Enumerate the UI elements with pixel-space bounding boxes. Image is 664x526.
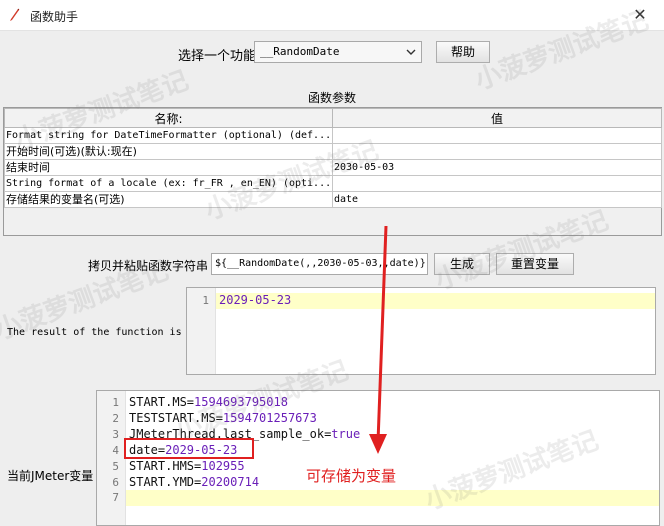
table-row: 结束时间 2030-05-03 <box>4 159 662 176</box>
table-row: 存储结果的变量名(可选) date <box>4 191 662 208</box>
param-name-cell[interactable]: 结束时间 <box>4 159 333 176</box>
result-textarea[interactable]: 1 2029-05-23 <box>186 287 656 375</box>
window-title: 函数助手 <box>30 10 79 24</box>
params-title: 函数参数 <box>308 91 357 105</box>
annotation-text: 可存储为变量 <box>306 467 397 485</box>
param-name-cell[interactable]: 存储结果的变量名(可选) <box>4 191 333 208</box>
function-select[interactable]: __RandomDate <box>254 41 422 63</box>
param-name-cell[interactable]: Format string for DateTimeFormatter (opt… <box>4 127 333 144</box>
jmeter-variables-label: 当前JMeter变量 <box>7 469 94 483</box>
column-header-name[interactable]: 名称: <box>4 108 333 128</box>
line-number: 1 <box>202 294 209 307</box>
table-row: 开始时间(可选)(默认:现在) <box>4 143 662 160</box>
params-table: 名称: 值 Format string for DateTimeFormatte… <box>4 108 662 208</box>
variable-value: true <box>331 427 361 441</box>
result-label: The result of the function is <box>7 327 182 338</box>
table-row: Format string for DateTimeFormatter (opt… <box>4 127 662 144</box>
variable-key: START.MS= <box>129 395 195 409</box>
line-number: 6 <box>112 476 119 489</box>
variable-key: START.HMS= <box>129 459 202 473</box>
result-value: 2029-05-23 <box>219 293 292 307</box>
chevron-down-icon <box>406 49 416 55</box>
variable-value: 20200714 <box>201 475 260 489</box>
function-select-value: __RandomDate <box>260 45 340 58</box>
generate-button[interactable]: 生成 <box>434 253 490 275</box>
function-select-label: 选择一个功能 <box>178 49 257 64</box>
line-number: 2 <box>112 412 119 425</box>
param-name-cell[interactable]: String format of a locale (ex: fr_FR , e… <box>4 175 333 192</box>
annotation-highlight-box <box>124 438 254 459</box>
feather-icon <box>10 8 20 21</box>
variable-value: 102955 <box>201 459 245 473</box>
variable-value: 1594701257673 <box>222 411 317 425</box>
current-line-highlight <box>126 490 659 506</box>
table-row: String format of a locale (ex: fr_FR , e… <box>4 175 662 192</box>
close-button[interactable]: ✕ <box>626 4 654 26</box>
variable-key: TESTSTART.MS= <box>129 411 223 425</box>
variable-line: START.MS=1594693795018 <box>129 395 288 409</box>
param-value-cell[interactable] <box>332 127 662 144</box>
line-number: 3 <box>112 428 119 441</box>
help-button[interactable]: 帮助 <box>436 41 490 63</box>
params-table-panel: 名称: 值 Format string for DateTimeFormatte… <box>3 107 662 236</box>
param-value-cell[interactable] <box>332 175 662 192</box>
line-number: 1 <box>112 396 119 409</box>
annotation-arrow <box>369 225 388 454</box>
param-value-cell[interactable]: date <box>332 191 662 208</box>
param-value-cell[interactable] <box>332 143 662 160</box>
line-number: 7 <box>112 491 119 504</box>
line-number: 5 <box>112 460 119 473</box>
variable-key: START.YMD= <box>129 475 202 489</box>
variable-line: START.YMD=20200714 <box>129 475 259 489</box>
variable-value: 1594693795018 <box>194 395 288 409</box>
param-value-cell[interactable]: 2030-05-03 <box>332 159 662 176</box>
title-bar: 函数助手 ✕ <box>0 0 664 31</box>
param-name-cell[interactable]: 开始时间(可选)(默认:现在) <box>4 143 333 160</box>
function-string-label: 拷贝并粘贴函数字符串 <box>88 259 209 273</box>
line-number: 4 <box>112 444 119 457</box>
reset-variables-button[interactable]: 重置变量 <box>496 253 574 275</box>
column-header-value[interactable]: 值 <box>332 108 662 128</box>
variable-line: TESTSTART.MS=1594701257673 <box>129 411 317 425</box>
variable-line: START.HMS=102955 <box>129 459 245 473</box>
